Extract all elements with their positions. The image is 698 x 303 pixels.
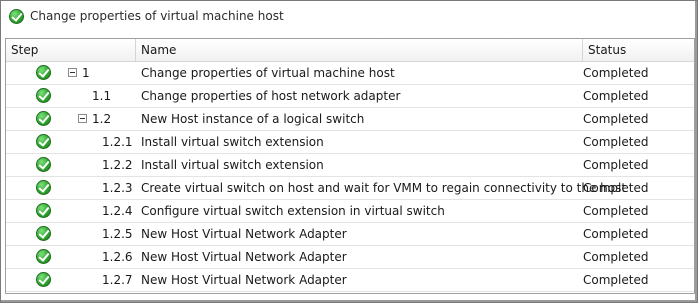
table-row[interactable]: 1.2.4 Configure virtual switch extension … <box>6 200 694 223</box>
step-status: Completed <box>583 250 649 264</box>
step-number: 1.2.1 <box>102 135 133 149</box>
collapse-toggle-icon[interactable] <box>68 68 77 77</box>
step-name: Change properties of virtual machine hos… <box>141 66 395 80</box>
step-number: 1.2 <box>92 112 112 126</box>
step-name: Install virtual switch extension <box>141 135 324 149</box>
step-status: Completed <box>583 66 649 80</box>
step-number: 1.2.3 <box>102 181 133 195</box>
job-steps-grid[interactable]: Step Name Status 1 Change properties of v… <box>5 38 695 294</box>
table-row[interactable]: 1.2.7 New Host Virtual Network Adapter Com… <box>6 269 694 292</box>
step-number: 1.2.6 <box>102 250 133 264</box>
completed-check-icon <box>36 65 51 80</box>
step-name: New Host Virtual Network Adapter <box>141 227 347 241</box>
step-status: Completed <box>583 273 649 287</box>
step-status: Completed <box>583 112 649 126</box>
step-name: Create virtual switch on host and wait f… <box>141 181 627 195</box>
completed-check-icon <box>36 111 51 126</box>
completed-check-icon <box>36 249 51 264</box>
completed-check-icon <box>36 88 51 103</box>
table-row[interactable]: 1.2.5 New Host Virtual Network Adapter Com… <box>6 223 694 246</box>
completed-check-icon <box>36 134 51 149</box>
step-name: Configure virtual switch extension in vi… <box>141 204 445 218</box>
step-number: 1 <box>82 66 90 80</box>
completed-check-icon <box>36 180 51 195</box>
step-name: New Host Virtual Network Adapter <box>141 250 347 264</box>
job-steps-list: 1 Change properties of virtual machine ho… <box>6 62 694 292</box>
table-row[interactable]: 1.2.2 Install virtual switch extension Com… <box>6 154 694 177</box>
step-number: 1.2.4 <box>102 204 133 218</box>
step-status: Completed <box>583 135 649 149</box>
step-name: New Host Virtual Network Adapter <box>141 273 347 287</box>
step-name: Install virtual switch extension <box>141 158 324 172</box>
column-header-status[interactable]: Status <box>583 39 694 61</box>
completed-check-icon <box>36 203 51 218</box>
column-header-name[interactable]: Name <box>136 39 583 61</box>
job-header: Change properties of virtual machine hos… <box>9 5 284 27</box>
step-name: Change properties of host network adapte… <box>141 89 401 103</box>
job-title: Change properties of virtual machine hos… <box>30 9 284 23</box>
step-status: Completed <box>583 204 649 218</box>
completed-check-icon <box>36 157 51 172</box>
column-header-row: Step Name Status <box>6 39 694 62</box>
column-header-step[interactable]: Step <box>6 39 136 61</box>
check-circle-icon <box>9 8 24 24</box>
step-number: 1.2.7 <box>102 273 133 287</box>
table-row[interactable]: 1 Change properties of virtual machine ho… <box>6 62 694 85</box>
step-status: Completed <box>583 89 649 103</box>
table-row[interactable]: 1.2.6 New Host Virtual Network Adapter Com… <box>6 246 694 269</box>
step-status: Completed <box>583 181 649 195</box>
table-row[interactable]: 1.2.1 Install virtual switch extension Com… <box>6 131 694 154</box>
completed-check-icon <box>36 226 51 241</box>
step-number: 1.2.2 <box>102 158 133 172</box>
completed-check-icon <box>36 272 51 287</box>
step-status: Completed <box>583 158 649 172</box>
step-name: New Host instance of a logical switch <box>141 112 365 126</box>
job-details-window: Change properties of virtual machine hos… <box>0 0 698 303</box>
table-row[interactable]: 1.2.3 Create virtual switch on host and w… <box>6 177 694 200</box>
step-number: 1.1 <box>92 89 112 103</box>
step-status: Completed <box>583 227 649 241</box>
table-row[interactable]: 1.2 New Host instance of a logical switch… <box>6 108 694 131</box>
collapse-toggle-icon[interactable] <box>78 114 87 123</box>
table-row[interactable]: 1.1 Change properties of host network ada… <box>6 85 694 108</box>
step-number: 1.2.5 <box>102 227 133 241</box>
